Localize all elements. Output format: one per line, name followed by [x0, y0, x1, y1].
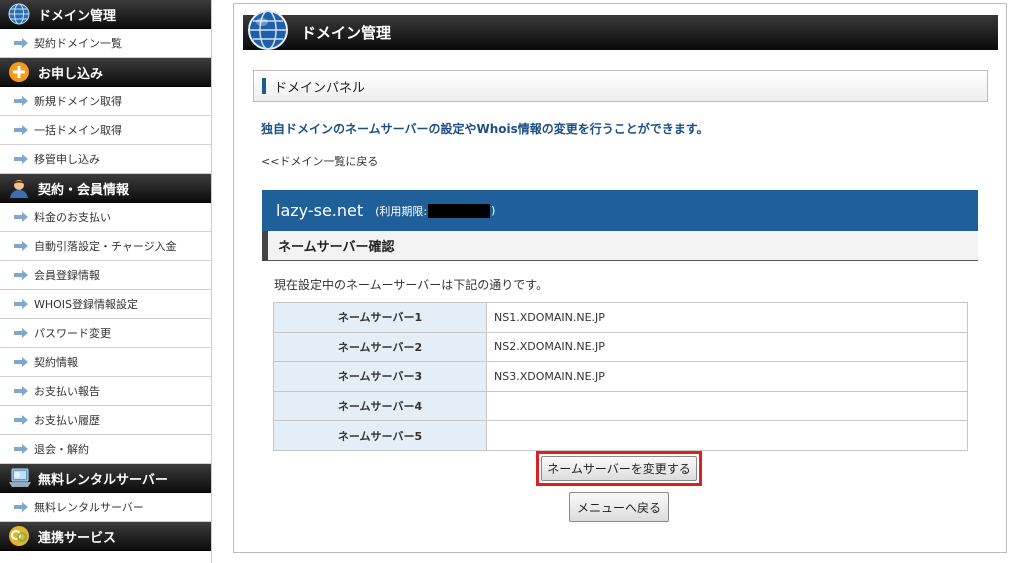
sidebar-item-new-domain[interactable]: 新規ドメイン取得 [0, 87, 211, 116]
sidebar: ドメイン管理 契約ドメイン一覧 お申し込み 新規ドメイン取得 一括ドメイン取得 … [0, 0, 212, 563]
sidebar-section-title: 連携サービス [38, 530, 117, 546]
nameserver-value: NS1.XDOMAIN.NE.JP [486, 302, 968, 333]
sidebar-item-payment-report[interactable]: お支払い報告 [0, 377, 211, 406]
sidebar-item-label: 会員登録情報 [34, 269, 100, 282]
sidebar-item-transfer[interactable]: 移管申し込み [0, 145, 211, 174]
sidebar-section-account: 契約・会員情報 [0, 174, 211, 203]
sidebar-item-label: お支払い報告 [34, 385, 100, 398]
sidebar-item-label: 退会・解約 [34, 443, 89, 456]
table-row: ネームサーバー4 [273, 390, 968, 422]
nameserver-label: ネームサーバー1 [273, 302, 487, 333]
sidebar-section-title: 無料レンタルサーバー [38, 472, 168, 488]
change-button-highlight: ネームサーバーを変更する [536, 451, 702, 486]
back-to-domain-list-link[interactable]: <<ドメイン一覧に戻る [261, 153, 378, 169]
nameserver-value: NS3.XDOMAIN.NE.JP [486, 361, 968, 392]
sidebar-item-label: 契約情報 [34, 356, 78, 369]
nameserver-section-title: ネームサーバー確認 [278, 240, 395, 255]
redacted-block [428, 203, 491, 218]
sidebar-item-label: 無料レンタルサーバー [34, 501, 144, 514]
expiry-date: (利用期限: ) [375, 203, 495, 219]
link-service-icon [8, 525, 32, 547]
sidebar-item-whois[interactable]: WHOIS登録情報設定 [0, 290, 211, 319]
sidebar-section-linked-services: 連携サービス [0, 522, 211, 551]
arrow-right-icon [14, 241, 28, 251]
sidebar-item-label: 一括ドメイン取得 [34, 124, 122, 137]
sidebar-item-label: 移管申し込み [34, 153, 100, 166]
nameserver-value [486, 390, 968, 422]
nameserver-section-heading: ネームサーバー確認 [262, 230, 978, 261]
table-row: ネームサーバー5 [273, 420, 968, 451]
sidebar-item-label: パスワード変更 [34, 327, 111, 340]
sidebar-section-domain: ドメイン管理 [0, 0, 211, 29]
arrow-right-icon [14, 444, 28, 454]
nameserver-value: NS2.XDOMAIN.NE.JP [486, 331, 968, 363]
sidebar-item-label: 料金のお支払い [34, 211, 111, 224]
arrow-right-icon [14, 502, 28, 512]
sidebar-section-title: お申し込み [38, 66, 104, 82]
sidebar-item-contract-domains[interactable]: 契約ドメイン一覧 [0, 29, 211, 58]
heading-accent-bar [262, 78, 266, 94]
nameserver-label: ネームサーバー2 [273, 331, 487, 363]
nameserver-label: ネームサーバー3 [273, 361, 487, 392]
panel-title: ドメインパネル [274, 80, 366, 96]
user-icon [8, 177, 32, 199]
sidebar-item-label: WHOIS登録情報設定 [34, 298, 139, 311]
back-to-menu-button[interactable]: メニューへ戻る [569, 492, 669, 522]
panel-heading: ドメインパネル [253, 70, 988, 102]
sidebar-item-bulk-domain[interactable]: 一括ドメイン取得 [0, 116, 211, 145]
sidebar-item-member-info[interactable]: 会員登録情報 [0, 261, 211, 290]
arrow-right-icon [14, 357, 28, 367]
intro-text: 独自ドメインのネームサーバーの設定やWhois情報の変更を行うことができます。 [261, 122, 709, 136]
nameserver-table: ネームサーバー1 NS1.XDOMAIN.NE.JP ネームサーバー2 NS2.… [273, 302, 968, 451]
heading-accent-bar [262, 230, 268, 261]
sidebar-item-contract-info[interactable]: 契約情報 [0, 348, 211, 377]
sidebar-item-label: 新規ドメイン取得 [34, 95, 122, 108]
nameserver-description: 現在設定中のネームーサーバーは下記の通りです。 [274, 278, 549, 292]
arrow-right-icon [14, 386, 28, 396]
sidebar-section-apply: お申し込み [0, 58, 211, 87]
table-row: ネームサーバー2 NS2.XDOMAIN.NE.JP [273, 331, 968, 363]
sidebar-item-payment-history[interactable]: お支払い履歴 [0, 406, 211, 435]
arrow-right-icon [14, 38, 28, 48]
nameserver-label: ネームサーバー4 [273, 390, 487, 422]
globe-icon [247, 9, 289, 51]
sidebar-item-label: お支払い履歴 [34, 414, 100, 427]
sidebar-item-payment[interactable]: 料金のお支払い [0, 203, 211, 232]
plus-circle-icon [8, 61, 32, 83]
arrow-right-icon [14, 270, 28, 280]
arrow-right-icon [14, 96, 28, 106]
arrow-right-icon [14, 212, 28, 222]
sidebar-item-free-server[interactable]: 無料レンタルサーバー [0, 493, 211, 522]
arrow-right-icon [14, 415, 28, 425]
sidebar-item-withdraw[interactable]: 退会・解約 [0, 435, 211, 464]
arrow-right-icon [14, 154, 28, 164]
sidebar-section-title: 契約・会員情報 [38, 182, 130, 198]
sidebar-section-title: ドメイン管理 [38, 8, 117, 24]
page-title: ドメイン管理 [301, 24, 392, 42]
sidebar-item-label: 自動引落設定・チャージ入金 [34, 240, 177, 253]
arrow-right-icon [14, 125, 28, 135]
domain-header: lazy-se.net (利用期限: ) [262, 190, 978, 231]
arrow-right-icon [14, 299, 28, 309]
expiry-prefix: (利用期限: [375, 204, 428, 218]
sidebar-item-password[interactable]: パスワード変更 [0, 319, 211, 348]
domain-name: lazy-se.net [276, 201, 364, 220]
table-row: ネームサーバー1 NS1.XDOMAIN.NE.JP [273, 302, 968, 333]
nameserver-label: ネームサーバー5 [273, 420, 487, 451]
nameserver-value [486, 420, 968, 451]
globe-icon [8, 3, 32, 25]
sidebar-item-auto-debit[interactable]: 自動引落設定・チャージ入金 [0, 232, 211, 261]
change-nameserver-button[interactable]: ネームサーバーを変更する [541, 456, 697, 481]
main-content: ドメイン管理 ドメインパネル 独自ドメインのネームサーバーの設定やWhois情報… [233, 3, 1007, 553]
server-icon [8, 467, 32, 489]
sidebar-item-label: 契約ドメイン一覧 [34, 37, 122, 50]
arrow-right-icon [14, 328, 28, 338]
expiry-suffix: ) [491, 204, 496, 217]
sidebar-section-free-server: 無料レンタルサーバー [0, 464, 211, 493]
page-title-bar: ドメイン管理 [243, 10, 998, 50]
table-row: ネームサーバー3 NS3.XDOMAIN.NE.JP [273, 361, 968, 392]
